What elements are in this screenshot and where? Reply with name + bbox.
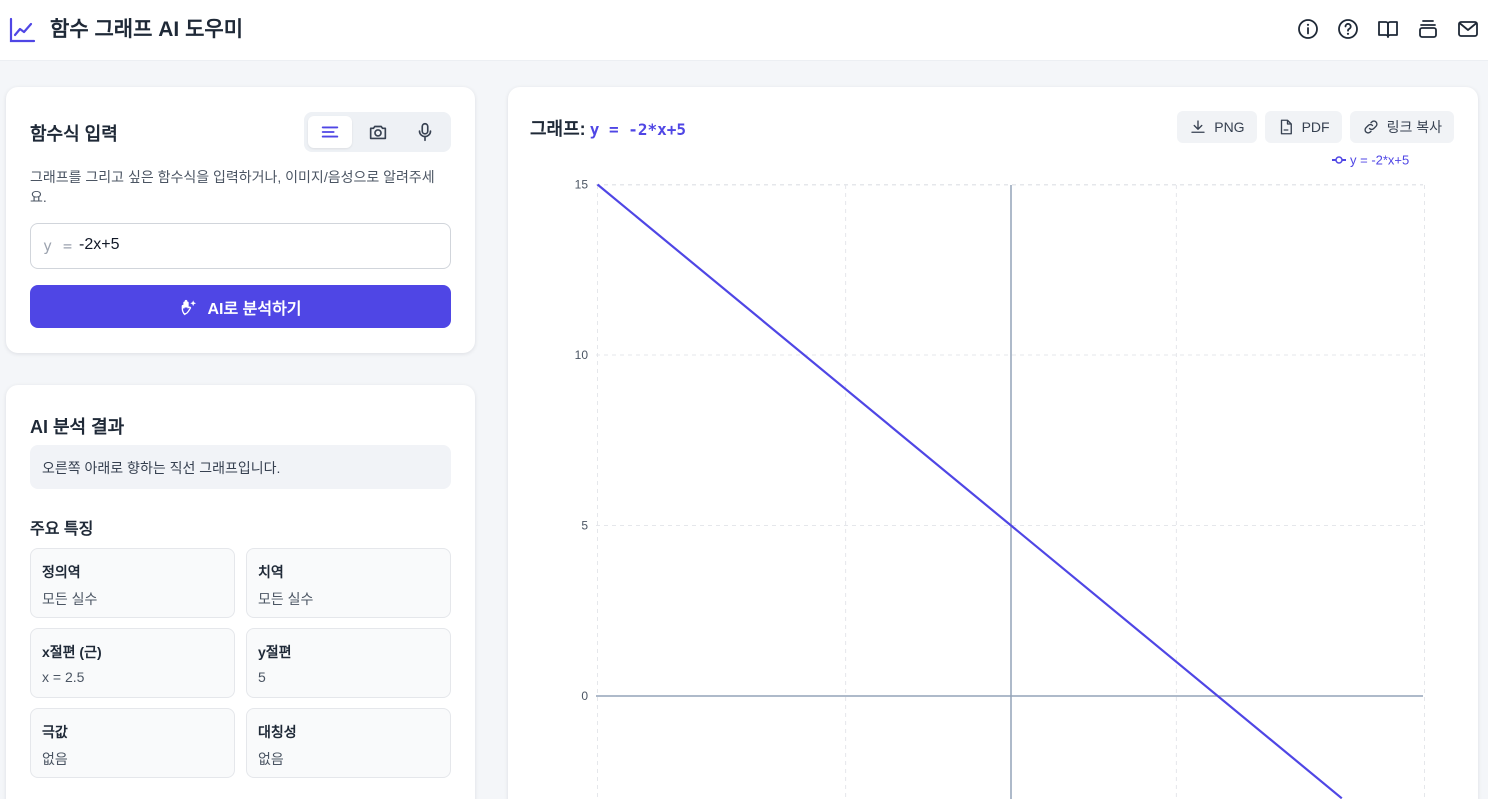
- input-panel: 함수식 입력 그래프를 그리고 싶은 함수식을 입력하거나, 이미지/음성으로 …: [6, 87, 475, 353]
- feature-value: 모든 실수: [42, 591, 98, 607]
- feature-value: 없음: [258, 751, 284, 767]
- y-tick-label: 10: [575, 348, 589, 362]
- mail-icon[interactable]: [1456, 17, 1480, 41]
- feature-symmetry: 대칭성 없음: [246, 708, 451, 778]
- top-bar: 함수 그래프 AI 도우미: [0, 0, 1488, 61]
- legend-label: y = -2*x+5: [1350, 153, 1409, 168]
- feature-label: 대칭성: [258, 724, 297, 740]
- chart-line-icon: [9, 17, 36, 43]
- feature-domain: 정의역 모든 실수: [30, 548, 235, 618]
- result-panel-title: AI 분석 결과: [30, 417, 125, 437]
- input-mode-switch: [304, 112, 451, 152]
- y-tick-label: 15: [575, 178, 589, 192]
- feature-label: y절편: [258, 644, 292, 660]
- input-description: 그래프를 그리고 싶은 함수식을 입력하거나, 이미지/음성으로 알려주세요.: [30, 169, 435, 205]
- feature-label: 극값: [42, 724, 68, 740]
- text-lines-icon: [321, 126, 339, 138]
- graph-panel: 그래프: y = -2*x+5 PNG PDF 링크 복사 15 10 5 0 y = -…: [508, 87, 1478, 799]
- voice-mode-button[interactable]: [403, 116, 447, 148]
- expression-prefix: y =: [43, 237, 74, 255]
- analyze-button[interactable]: AI로 분석하기: [30, 285, 451, 328]
- analyze-button-label: AI로 분석하기: [207, 300, 302, 318]
- input-panel-title: 함수식 입력: [30, 124, 118, 144]
- series-line: [596, 183, 1343, 799]
- app-title: 함수 그래프 AI 도우미: [50, 18, 244, 41]
- history-icon[interactable]: [1416, 17, 1440, 41]
- feature-extrema: 극값 없음: [30, 708, 235, 778]
- y-tick-label: 5: [581, 519, 588, 533]
- text-mode-button[interactable]: [308, 116, 352, 148]
- feature-value: 없음: [42, 751, 68, 767]
- sparkle-hand-icon: [182, 299, 197, 315]
- feature-label: 정의역: [42, 564, 81, 580]
- analysis-summary: 오른쪽 아래로 향하는 직선 그래프입니다.: [30, 445, 451, 489]
- expression-input[interactable]: y = -2x+5: [30, 223, 451, 269]
- expression-value: -2x+5: [79, 236, 120, 253]
- feature-value: 5: [258, 669, 266, 685]
- legend-marker: [1335, 156, 1343, 164]
- feature-x-intercept: x절편 (근) x = 2.5: [30, 628, 235, 698]
- feature-range: 치역 모든 실수: [246, 548, 451, 618]
- feature-value: x = 2.5: [42, 669, 85, 685]
- feature-label: 치역: [258, 564, 284, 580]
- function-chart[interactable]: 15 10 5 0 y = -2*x+5: [508, 87, 1478, 799]
- help-icon[interactable]: [1336, 17, 1360, 41]
- feature-label: x절편 (근): [42, 644, 102, 660]
- feature-value: 모든 실수: [258, 591, 314, 607]
- info-icon[interactable]: [1296, 17, 1320, 41]
- book-icon[interactable]: [1376, 17, 1400, 41]
- camera-icon: [369, 125, 387, 140]
- features-title: 주요 특징: [30, 521, 94, 538]
- y-tick-label: 0: [581, 689, 588, 703]
- camera-mode-button[interactable]: [356, 116, 400, 148]
- feature-y-intercept: y절편 5: [246, 628, 451, 698]
- microphone-icon: [418, 122, 432, 142]
- result-panel: AI 분석 결과 오른쪽 아래로 향하는 직선 그래프입니다. 주요 특징 정의…: [6, 385, 475, 799]
- header-icons: [1296, 17, 1480, 41]
